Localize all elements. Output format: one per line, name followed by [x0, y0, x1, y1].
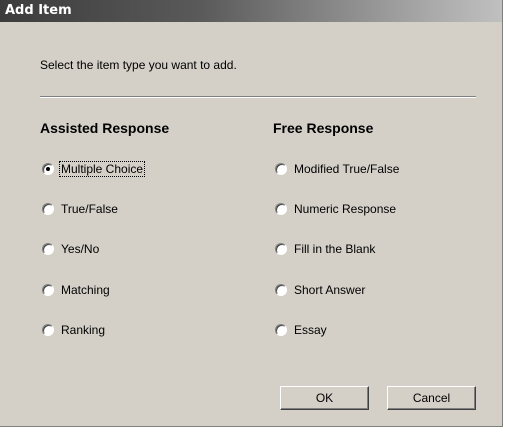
radio-button[interactable] [275, 324, 287, 336]
radio-true-false[interactable]: True/False [42, 201, 119, 217]
radio-short-answer[interactable]: Short Answer [275, 282, 366, 298]
dialog-title: Add Item [5, 3, 72, 18]
radio-label[interactable]: Numeric Response [293, 202, 397, 216]
radio-button[interactable] [275, 284, 287, 296]
radio-multiple-choice[interactable]: Multiple Choice [42, 161, 146, 177]
radio-matching[interactable]: Matching [42, 282, 111, 298]
title-bar[interactable]: Add Item [0, 0, 502, 22]
radio-modified-true-false[interactable]: Modified True/False [275, 161, 400, 177]
ok-button[interactable]: OK [280, 386, 369, 410]
instruction-text: Select the item type you want to add. [40, 58, 237, 72]
radio-label[interactable]: Matching [60, 283, 111, 297]
radio-label[interactable]: Essay [293, 323, 328, 337]
radio-label[interactable]: True/False [60, 202, 119, 216]
add-item-dialog: Add Item Select the item type you want t… [0, 0, 503, 427]
radio-ranking[interactable]: Ranking [42, 322, 106, 338]
radio-label[interactable]: Fill in the Blank [293, 242, 376, 256]
radio-button[interactable] [42, 203, 54, 215]
radio-button[interactable] [42, 324, 54, 336]
radio-fill-in-the-blank[interactable]: Fill in the Blank [275, 241, 376, 257]
radio-essay[interactable]: Essay [275, 322, 328, 338]
radio-button[interactable] [275, 163, 287, 175]
radio-yes-no[interactable]: Yes/No [42, 241, 100, 257]
radio-label[interactable]: Short Answer [293, 283, 366, 297]
radio-button[interactable] [275, 203, 287, 215]
radio-button[interactable] [275, 243, 287, 255]
free-response-heading: Free Response [273, 120, 374, 136]
assisted-response-heading: Assisted Response [40, 120, 170, 136]
radio-label[interactable]: Multiple Choice [58, 161, 146, 177]
radio-numeric-response[interactable]: Numeric Response [275, 201, 397, 217]
separator-line [40, 96, 476, 98]
radio-label[interactable]: Yes/No [60, 242, 100, 256]
radio-label[interactable]: Ranking [60, 323, 106, 337]
radio-label[interactable]: Modified True/False [293, 162, 400, 176]
radio-button[interactable] [42, 243, 54, 255]
radio-button-selected[interactable] [42, 163, 54, 175]
radio-button[interactable] [42, 284, 54, 296]
cancel-button[interactable]: Cancel [387, 386, 476, 410]
